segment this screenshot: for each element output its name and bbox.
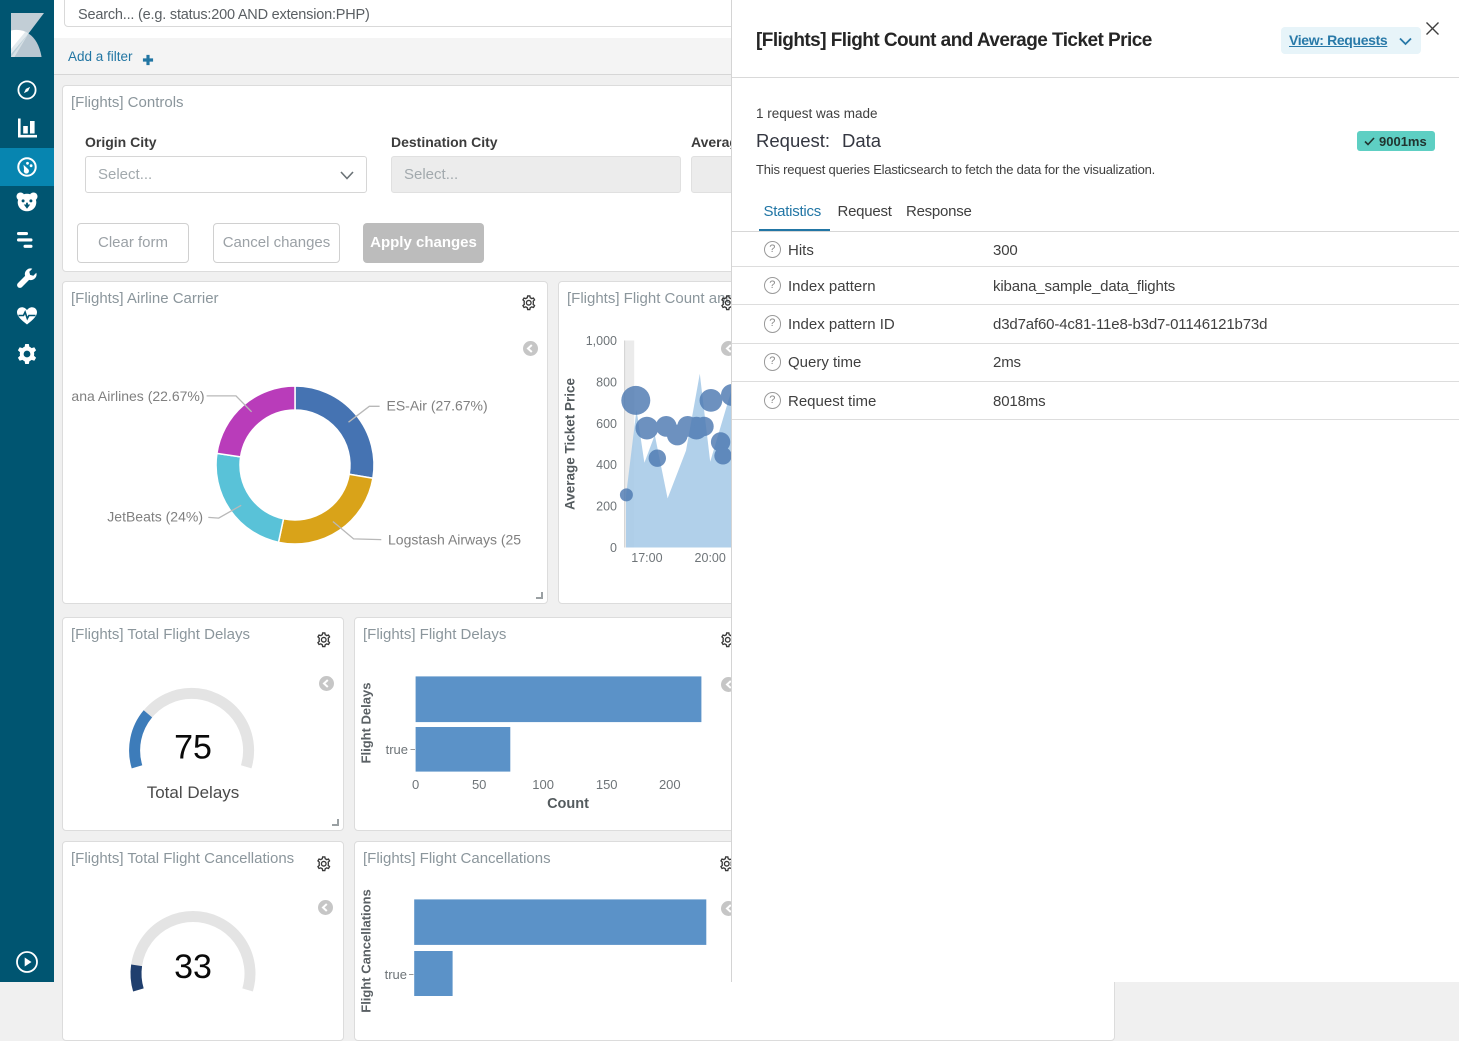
svg-text:20:00: 20:00	[695, 551, 726, 565]
svg-text:true: true	[386, 742, 408, 757]
svg-text:Flight Cancellations: Flight Cancellations	[359, 889, 374, 1013]
svg-text:200: 200	[659, 777, 681, 792]
svg-text:600: 600	[596, 417, 617, 431]
svg-text:ES-Air (27.67%): ES-Air (27.67%)	[387, 397, 488, 413]
svg-text:200: 200	[596, 500, 617, 514]
svg-text:ana Airlines (22.67%): ana Airlines (22.67%)	[71, 388, 204, 404]
svg-text:Flight Delays: Flight Delays	[359, 683, 374, 764]
svg-text:400: 400	[596, 458, 617, 472]
svg-text:50: 50	[472, 777, 486, 792]
svg-text:75: 75	[174, 729, 212, 767]
svg-text:Count: Count	[547, 796, 589, 812]
svg-text:true: true	[385, 967, 407, 982]
svg-text:Total Delays: Total Delays	[147, 783, 240, 802]
svg-text:Logstash Airways (25: Logstash Airways (25	[388, 531, 521, 547]
svg-text:33: 33	[174, 948, 212, 986]
svg-text:JetBeats (24%): JetBeats (24%)	[107, 508, 203, 524]
svg-text:0: 0	[610, 541, 617, 555]
svg-text:800: 800	[596, 375, 617, 389]
svg-text:17:00: 17:00	[631, 551, 662, 565]
svg-text:150: 150	[596, 777, 618, 792]
svg-text:100: 100	[532, 777, 554, 792]
svg-text:0: 0	[412, 777, 419, 792]
svg-text:1,000: 1,000	[586, 334, 617, 348]
svg-text:Average Ticket Price: Average Ticket Price	[563, 377, 578, 510]
